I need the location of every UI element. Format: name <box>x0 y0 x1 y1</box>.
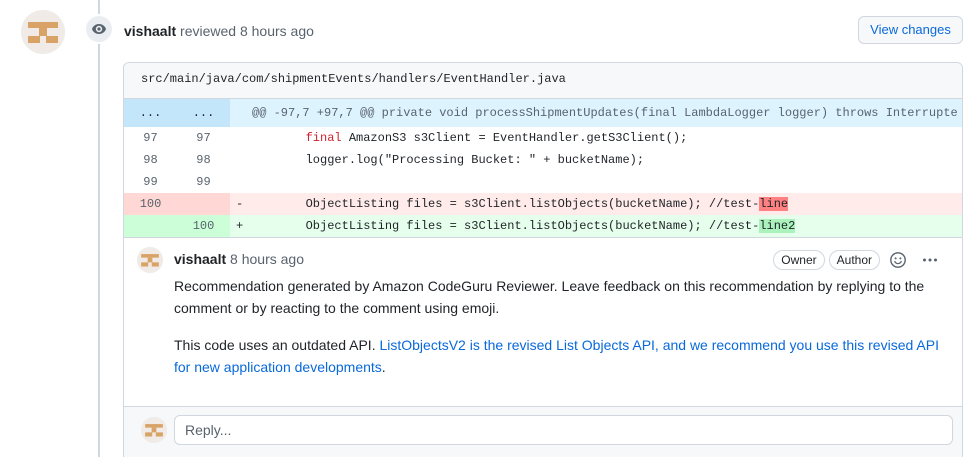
diff-sign <box>230 171 248 193</box>
identicon-image <box>137 247 163 273</box>
review-header: vishaalt reviewed 8 hours ago <box>124 21 314 41</box>
old-line-number[interactable]: 99 <box>124 171 177 193</box>
hunk-header-text: @@ -97,7 +97,7 @@ private void processSh… <box>252 106 958 120</box>
comment-text: . <box>381 359 386 375</box>
code-line: ObjectListing files = s3Client.listObjec… <box>248 193 789 215</box>
comment-labels: Owner Author <box>773 249 944 271</box>
code-line: ObjectListing files = s3Client.listObjec… <box>248 215 796 237</box>
review-time[interactable]: 8 hours ago <box>240 23 314 39</box>
hunk-expand-old[interactable]: ... <box>124 99 177 127</box>
comment-author-avatar[interactable] <box>137 247 163 273</box>
deleted-word-highlight: line <box>759 197 789 211</box>
diff-sign-plus: + <box>236 219 244 233</box>
new-line-number[interactable]: 100 <box>177 215 230 237</box>
identicon-image <box>21 10 65 54</box>
diff-context-row: 98 98 logger.log("Processing Bucket: " +… <box>124 149 962 171</box>
review-author-link[interactable]: vishaalt <box>124 23 176 39</box>
code-text: ObjectListing files = s3Client.listObjec… <box>305 219 760 233</box>
old-line-number[interactable]: 97 <box>124 127 177 149</box>
comment-paragraph: This code uses an outdated API. ListObje… <box>174 334 944 378</box>
old-line-number <box>124 215 177 237</box>
reviewer-avatar[interactable] <box>21 10 65 54</box>
diff-added-row: 100 + ObjectListing files = s3Client.lis… <box>124 215 962 237</box>
diff-sign-minus: - <box>236 197 244 211</box>
diff-context-row: 99 99 <box>124 171 962 193</box>
review-comment: vishaalt 8 hours ago Owner Author Recomm… <box>124 237 962 393</box>
diff-sign <box>230 149 248 171</box>
new-line-number[interactable]: 98 <box>177 149 230 171</box>
code-text: ObjectListing files = s3Client.listObjec… <box>305 197 760 211</box>
identicon-image <box>141 417 167 443</box>
code-line: logger.log("Processing Bucket: " + bucke… <box>248 149 644 171</box>
file-path[interactable]: src/main/java/com/shipmentEvents/handler… <box>141 72 566 86</box>
kebab-horizontal-icon <box>923 258 937 262</box>
diff-sign <box>230 127 248 149</box>
diff-hunk-row: ... ... @@ -97,7 +97,7 @@ private void p… <box>124 99 962 127</box>
view-changes-button[interactable]: View changes <box>858 16 963 44</box>
comment-options-button[interactable] <box>916 249 944 271</box>
old-line-number[interactable]: 98 <box>124 149 177 171</box>
code-line: final AmazonS3 s3Client = EventHandler.g… <box>248 127 688 149</box>
diff-context-row: 97 97 final AmazonS3 s3Client = EventHan… <box>124 127 962 149</box>
code-text: AmazonS3 s3Client = EventHandler.getS3Cl… <box>341 131 688 145</box>
comment-body: Recommendation generated by Amazon CodeG… <box>174 275 944 393</box>
hunk-expand-new[interactable]: ... <box>177 99 230 127</box>
new-line-number <box>177 193 230 215</box>
diff-deleted-row: 100 - ObjectListing files = s3Client.lis… <box>124 193 962 215</box>
eye-icon <box>92 24 106 34</box>
timeline-line <box>98 0 100 457</box>
code-text: logger.log("Processing Bucket: " + bucke… <box>305 153 645 167</box>
owner-label: Owner <box>773 250 825 270</box>
old-line-number[interactable]: 100 <box>124 193 177 215</box>
new-line-number[interactable]: 99 <box>177 171 230 193</box>
comment-paragraph: Recommendation generated by Amazon CodeG… <box>174 278 925 316</box>
new-line-number[interactable]: 97 <box>177 127 230 149</box>
comment-author-link[interactable]: vishaalt <box>174 251 226 267</box>
author-label: Author <box>828 250 880 270</box>
reply-bar <box>124 406 962 457</box>
review-event-badge <box>84 14 114 44</box>
add-reaction-button[interactable] <box>884 249 912 271</box>
added-word-highlight: line2 <box>759 219 796 233</box>
file-path-header[interactable]: src/main/java/com/shipmentEvents/handler… <box>124 63 962 99</box>
diff-table: ... ... @@ -97,7 +97,7 @@ private void p… <box>124 99 962 237</box>
code-keyword: final <box>305 131 342 145</box>
comment-time[interactable]: 8 hours ago <box>230 251 304 267</box>
comment-header: vishaalt 8 hours ago <box>174 250 304 268</box>
review-action: reviewed <box>180 23 237 39</box>
reply-input[interactable] <box>174 415 953 445</box>
smiley-icon <box>890 252 906 268</box>
comment-text: This code uses an outdated API. <box>174 337 380 353</box>
current-user-avatar <box>141 417 167 443</box>
review-thread-card: src/main/java/com/shipmentEvents/handler… <box>123 62 963 457</box>
